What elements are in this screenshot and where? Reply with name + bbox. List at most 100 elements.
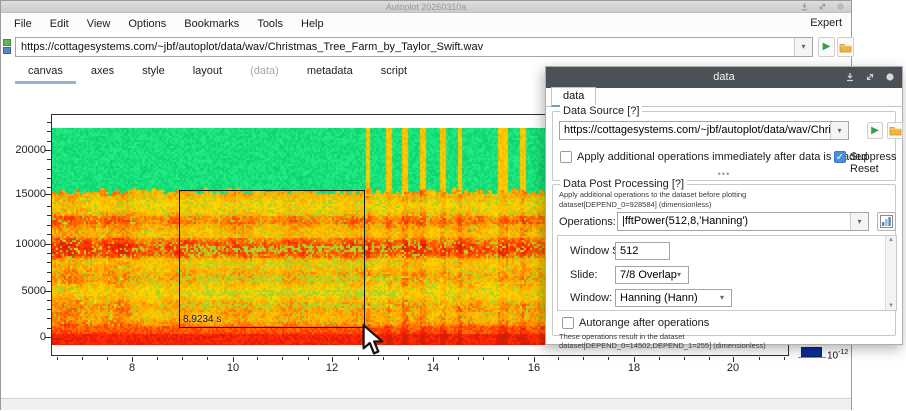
expert-toggle[interactable]: Expert [810, 17, 842, 29]
y-tick-label: 0 [1, 331, 46, 343]
data-source-legend[interactable]: Data Source [?] [560, 105, 642, 117]
menu-options[interactable]: Options [119, 16, 175, 32]
slide-select[interactable]: 7/8 Overlap ▾ [615, 266, 689, 284]
operations-editor-button[interactable] [877, 212, 896, 231]
y-minor-tick [47, 178, 51, 179]
autorange-checkbox[interactable] [562, 317, 574, 329]
menu-edit[interactable]: Edit [41, 16, 78, 32]
data-source-group: Data Source [?] https://cottagesystems.c… [552, 111, 896, 181]
x-minor-tick [759, 357, 760, 360]
scroll-up-icon[interactable]: ▲ [886, 237, 896, 243]
tab-layout[interactable]: layout [180, 61, 235, 84]
x-minor-tick [57, 357, 58, 360]
x-minor-tick [182, 357, 183, 360]
x-tick-label: 8 [115, 362, 149, 374]
x-minor-tick [583, 357, 584, 360]
address-input[interactable]: https://cottagesystems.com/~jbf/autoplot… [15, 37, 813, 57]
y-minor-tick [47, 131, 51, 132]
dock-icon[interactable] [845, 72, 855, 82]
window-dropdown-icon[interactable]: ▾ [713, 290, 731, 306]
title-bar[interactable]: Autoplot 20260310a [1, 1, 851, 13]
y-minor-tick [47, 272, 51, 273]
y-minor-tick [47, 122, 51, 123]
post-processing-legend[interactable]: Data Post Processing [?] [560, 178, 687, 190]
x-tick-label: 12 [315, 362, 349, 374]
zoom-selection-box[interactable]: 8.9234 s [179, 190, 365, 328]
tab-canvas[interactable]: canvas [15, 61, 76, 84]
autorange-label: Autorange after operations [579, 317, 709, 329]
x-minor-tick [709, 357, 710, 360]
menu-bookmarks[interactable]: Bookmarks [175, 16, 248, 32]
close-icon[interactable] [885, 72, 895, 82]
params-scrollbar[interactable]: ▲ ▼ [885, 236, 896, 310]
result-dataset-label: dataset[DEPEND_0=14502,DEPEND_1=255] (di… [559, 341, 766, 350]
apply-operations-checkbox[interactable] [560, 151, 572, 163]
tab-data[interactable]: (data) [237, 61, 292, 84]
y-minor-tick [47, 253, 51, 254]
input-dataset-label: dataset[DEPEND_0=928584] (dimensionless) [559, 200, 711, 209]
apply-operations-label: Apply additional operations immediately … [577, 151, 867, 163]
operation-params-panel: Window Size: 512 Slide: 7/8 Overlap ▾ Wi… [557, 235, 897, 311]
go-button[interactable]: ▶ [818, 37, 835, 57]
address-dropdown-icon[interactable]: ▾ [794, 38, 812, 56]
selection-time-label: 8.9234 s [183, 314, 221, 325]
tab-axes[interactable]: axes [78, 61, 127, 84]
window-size-input[interactable]: 512 [615, 242, 670, 260]
tab-style[interactable]: style [129, 61, 178, 84]
dock-icon[interactable] [800, 2, 809, 11]
suppress-reset-checkbox[interactable]: ✓ [834, 151, 846, 163]
tab-metadata[interactable]: metadata [294, 61, 366, 84]
operations-label: Operations: [559, 216, 616, 228]
dialog-url-dropdown-icon[interactable]: ▾ [830, 122, 848, 139]
menu-tools[interactable]: Tools [248, 16, 292, 32]
dialog-tab-data[interactable]: data [551, 87, 596, 107]
menu-file[interactable]: File [5, 16, 41, 32]
y-tick-label: 10000 [1, 238, 46, 250]
folder-icon [839, 42, 852, 53]
dialog-url-input[interactable]: https://cottagesystems.com/~jbf/autoplot… [559, 121, 849, 140]
x-minor-tick [282, 357, 283, 360]
operations-combo[interactable]: |fftPower(512,8,'Hanning') ▾ [617, 212, 869, 231]
address-row: https://cottagesystems.com/~jbf/autoplot… [1, 34, 851, 60]
window-title: Autoplot 20260310a [386, 2, 467, 12]
post-processing-group: Data Post Processing [?] Apply additiona… [552, 184, 896, 336]
x-minor-tick [508, 357, 509, 360]
dialog-go-button[interactable]: ▶ [867, 122, 883, 139]
colorbar-label: 10-12 [827, 349, 848, 361]
colorbar-bottom-cell [801, 347, 822, 357]
x-tick-label: 10 [216, 362, 250, 374]
operations-dropdown-icon[interactable]: ▾ [850, 213, 868, 230]
x-minor-tick [157, 357, 158, 360]
undock-icon[interactable] [818, 2, 827, 11]
tab-script[interactable]: script [368, 61, 420, 84]
slide-label: Slide: [570, 269, 598, 281]
dialog-title-bar[interactable]: data [546, 67, 902, 88]
window-select[interactable]: Hanning (Hann) ▾ [615, 289, 732, 307]
y-minor-tick [47, 328, 51, 329]
menu-view[interactable]: View [78, 16, 120, 32]
y-minor-tick [47, 159, 51, 160]
x-minor-tick [207, 357, 208, 360]
x-minor-tick [107, 357, 108, 360]
undock-icon[interactable] [865, 72, 875, 82]
x-minor-tick [408, 357, 409, 360]
close-icon[interactable] [836, 2, 845, 11]
x-minor-tick [659, 357, 660, 360]
colorbar-axis [798, 357, 826, 358]
y-minor-tick [47, 206, 51, 207]
y-minor-tick [47, 225, 51, 226]
post-processing-hint: Apply additional operations to the datas… [559, 190, 746, 199]
y-minor-tick [47, 141, 51, 142]
y-minor-tick [47, 300, 51, 301]
scroll-down-icon[interactable]: ▼ [886, 303, 896, 309]
browse-button[interactable] [837, 37, 854, 57]
menu-help[interactable]: Help [292, 16, 333, 32]
x-minor-tick [608, 357, 609, 360]
x-tick-label: 16 [517, 362, 551, 374]
y-minor-tick [47, 169, 51, 170]
x-tick-label: 18 [617, 362, 651, 374]
desktop: Autoplot 20260310a FileEditViewOptionsBo… [0, 0, 906, 411]
dialog-browse-button[interactable] [887, 122, 903, 139]
slide-dropdown-icon[interactable]: ▾ [670, 267, 688, 283]
x-minor-tick [684, 357, 685, 360]
